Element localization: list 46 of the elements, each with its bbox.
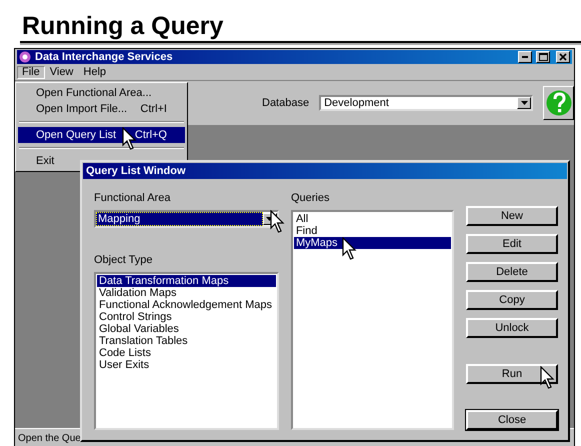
list-item[interactable]: Data Transformation Maps — [97, 275, 276, 287]
list-item[interactable]: Functional Acknowledgement Maps — [97, 299, 276, 311]
list-item[interactable]: Translation Tables — [97, 335, 276, 347]
database-label: Database — [262, 97, 310, 109]
dialog-title: Query List Window — [83, 163, 567, 179]
list-item[interactable]: All — [294, 213, 451, 225]
dialog-button[interactable]: Copy — [466, 290, 558, 310]
list-item[interactable]: Validation Maps — [97, 287, 276, 299]
menu-item[interactable]: Help — [78, 66, 112, 79]
list-item[interactable]: Global Variables — [97, 323, 276, 335]
database-dropdown[interactable]: Development — [319, 95, 534, 111]
help-button[interactable] — [543, 86, 574, 120]
maximize-button[interactable] — [536, 51, 550, 63]
list-item[interactable]: MyMaps — [294, 237, 451, 249]
field-label: Queries — [290, 192, 330, 204]
dialog-button[interactable]: New — [466, 206, 558, 226]
list-item[interactable]: User Exits — [97, 359, 276, 371]
close-button[interactable] — [556, 51, 570, 63]
dialog-button[interactable]: Edit — [466, 234, 558, 254]
cursor-icon — [270, 210, 286, 234]
menu-entry[interactable]: Open Query List Ctrl+Q — [18, 127, 185, 143]
dropdown-arrow-icon — [520, 101, 528, 105]
menu-entry[interactable]: Open Functional Area... — [18, 85, 185, 101]
menu-entry[interactable]: Open Import File... Ctrl+I — [18, 101, 185, 117]
cursor-icon — [342, 237, 358, 261]
help-icon — [546, 89, 572, 117]
dialog-button[interactable]: Unlock — [466, 318, 558, 338]
list-item[interactable]: Find — [294, 225, 451, 237]
slide-title: Running a Query — [22, 12, 224, 40]
menu-item[interactable]: View — [44, 66, 78, 79]
minimize-button[interactable] — [518, 51, 532, 63]
window-title: Data Interchange Services — [35, 51, 174, 63]
field-label: Functional Area — [94, 192, 172, 204]
minimize-icon — [522, 56, 528, 58]
functional-area-dropdown[interactable]: Mapping — [94, 210, 279, 228]
menu-item[interactable]: File — [17, 66, 45, 79]
close-icon — [559, 53, 567, 61]
dialog-button[interactable]: Delete — [466, 262, 558, 282]
dialog-button[interactable]: Run — [466, 364, 558, 384]
dialog-button[interactable]: Close — [466, 410, 558, 430]
app-icon — [19, 51, 31, 63]
cursor-icon — [540, 366, 556, 390]
maximize-icon — [538, 53, 548, 61]
list-item[interactable]: Control Strings — [97, 311, 276, 323]
list-item[interactable]: Code Lists — [97, 347, 276, 359]
field-label: Object Type — [94, 254, 154, 266]
